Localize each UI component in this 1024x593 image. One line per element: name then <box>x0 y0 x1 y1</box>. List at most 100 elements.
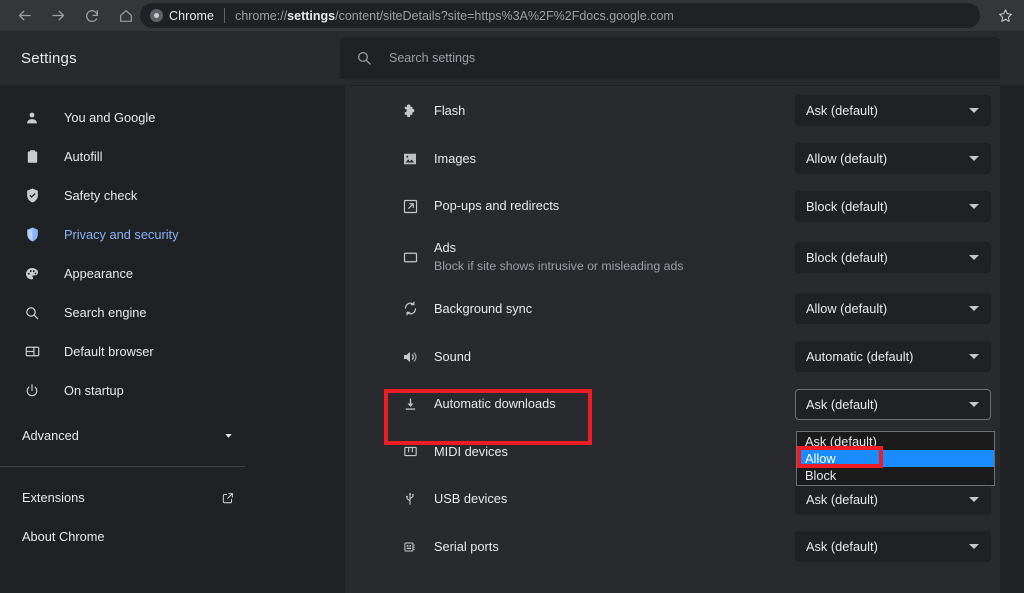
dropdown-option-block[interactable]: Block <box>797 467 994 484</box>
permission-row-images: Images Allow (default) <box>345 135 1000 183</box>
dropdown-option-ask-default[interactable]: Ask (default) <box>797 433 994 450</box>
magnifier-icon <box>22 303 42 323</box>
search-icon <box>356 50 372 66</box>
permission-sublabel: Block if site shows intrusive or mislead… <box>434 258 683 275</box>
arrow-left-icon <box>16 7 33 24</box>
sidebar-item-safety-check[interactable]: Safety check <box>0 176 340 215</box>
sidebar-divider <box>0 466 245 467</box>
chevron-down-icon <box>969 156 979 161</box>
sidebar-advanced-label: Advanced <box>22 428 79 443</box>
chrome-logo-icon <box>150 9 163 22</box>
sidebar-item-you-and-google[interactable]: You and Google <box>0 98 340 137</box>
permission-text: Images <box>434 150 476 168</box>
permission-label: Automatic downloads <box>434 396 556 411</box>
permission-row-background-sync: Background sync Allow (default) <box>345 285 1000 333</box>
star-icon <box>998 8 1013 23</box>
chevron-down-icon <box>969 402 979 407</box>
permission-label: USB devices <box>434 491 507 506</box>
piano-icon <box>399 441 421 463</box>
palette-icon <box>22 264 42 284</box>
permission-text: Background sync <box>434 300 532 318</box>
permission-text: Pop-ups and redirects <box>434 197 559 215</box>
site-permissions-list: Flash Ask (default) Images Allow (defaul… <box>345 86 1000 593</box>
reload-button[interactable] <box>78 2 106 30</box>
sidebar-item-privacy-and-security[interactable]: Privacy and security <box>0 215 340 254</box>
permission-select-popups[interactable]: Block (default) <box>795 191 991 222</box>
chevron-down-icon <box>969 204 979 209</box>
download-icon <box>399 393 421 415</box>
permission-select-ads[interactable]: Block (default) <box>795 242 991 273</box>
permission-value: Ask (default) <box>806 103 878 118</box>
usb-icon <box>399 488 421 510</box>
dropdown-listbox-automatic-downloads[interactable]: Ask (default) Allow Block <box>796 431 995 486</box>
permission-text: Sound <box>434 348 471 366</box>
arrow-right-icon <box>50 7 67 24</box>
sidebar-item-autofill[interactable]: Autofill <box>0 137 340 176</box>
serial-port-icon <box>399 536 421 558</box>
sidebar-item-label: Safety check <box>64 188 137 203</box>
sidebar-item-extensions[interactable]: Extensions <box>0 478 340 517</box>
sidebar-item-default-browser[interactable]: Default browser <box>0 332 340 371</box>
chevron-down-icon <box>969 255 979 260</box>
permission-value: Ask (default) <box>806 492 878 507</box>
permission-select-images[interactable]: Allow (default) <box>795 143 991 174</box>
permission-value: Allow (default) <box>806 301 887 316</box>
shield-check-icon <box>22 186 42 206</box>
permission-text: Flash <box>434 102 465 120</box>
permission-label: Images <box>434 151 476 166</box>
permission-value: Allow (default) <box>806 151 887 166</box>
omnibox-chip-label: Chrome <box>169 9 214 23</box>
permission-select-serial-ports[interactable]: Ask (default) <box>795 531 991 562</box>
url-host: settings <box>287 9 335 23</box>
sidebar-item-label: Autofill <box>64 149 102 164</box>
permission-select-sound[interactable]: Automatic (default) <box>795 341 991 372</box>
permission-select-usb-devices[interactable]: Ask (default) <box>795 484 991 515</box>
dropdown-option-allow[interactable]: Allow <box>797 450 994 467</box>
sidebar-item-on-startup[interactable]: On startup <box>0 371 340 410</box>
omnibox-divider <box>224 8 225 23</box>
permission-row-flash: Flash Ask (default) <box>345 86 1000 135</box>
chevron-down-icon <box>969 306 979 311</box>
permission-value: Block (default) <box>806 250 888 265</box>
browser-icon <box>22 342 42 362</box>
permission-select-flash[interactable]: Ask (default) <box>795 95 991 126</box>
sidebar-item-label: Appearance <box>64 266 133 281</box>
sidebar-extensions-label: Extensions <box>22 490 85 505</box>
clipboard-icon <box>22 147 42 167</box>
permission-select-automatic-downloads[interactable]: Ask (default) <box>795 389 991 420</box>
search-placeholder: Search settings <box>389 51 475 65</box>
image-icon <box>399 148 421 170</box>
bookmark-star-icon[interactable] <box>993 3 1018 28</box>
permission-label: Sound <box>434 349 471 364</box>
permission-select-background-sync[interactable]: Allow (default) <box>795 293 991 324</box>
omnibox-url: chrome://settings/content/siteDetails?si… <box>235 9 674 23</box>
permission-text: Serial ports <box>434 538 499 556</box>
home-button[interactable] <box>112 2 140 30</box>
home-icon <box>118 8 134 24</box>
permission-label: Serial ports <box>434 539 499 554</box>
back-button[interactable] <box>10 2 38 30</box>
sidebar-item-label: Default browser <box>64 344 154 359</box>
power-icon <box>22 381 42 401</box>
search-settings-field[interactable]: Search settings <box>340 37 1000 79</box>
sidebar-item-search-engine[interactable]: Search engine <box>0 293 340 332</box>
permission-value: Ask (default) <box>806 539 878 554</box>
permission-value: Automatic (default) <box>806 349 913 364</box>
sidebar-item-about-chrome[interactable]: About Chrome <box>0 517 340 556</box>
permission-row-ads: Ads Block if site shows intrusive or mis… <box>345 230 1000 285</box>
forward-button[interactable] <box>44 2 72 30</box>
chevron-down-icon <box>969 544 979 549</box>
permission-row-sound: Sound Automatic (default) <box>345 333 1000 381</box>
chevron-down-icon <box>969 497 979 502</box>
chevron-down-icon <box>969 108 979 113</box>
sidebar-item-appearance[interactable]: Appearance <box>0 254 340 293</box>
address-bar[interactable]: Chrome chrome://settings/content/siteDet… <box>140 3 980 28</box>
omnibox-chip[interactable]: Chrome <box>150 9 214 23</box>
permission-text: Automatic downloads <box>434 395 556 413</box>
permission-text: MIDI devices <box>434 443 508 461</box>
permission-row-popups: Pop-ups and redirects Block (default) <box>345 183 1000 231</box>
permission-label: Pop-ups and redirects <box>434 198 559 213</box>
sidebar-item-advanced[interactable]: Advanced <box>0 416 340 455</box>
chevron-down-icon <box>222 429 235 442</box>
permission-text: USB devices <box>434 490 507 508</box>
